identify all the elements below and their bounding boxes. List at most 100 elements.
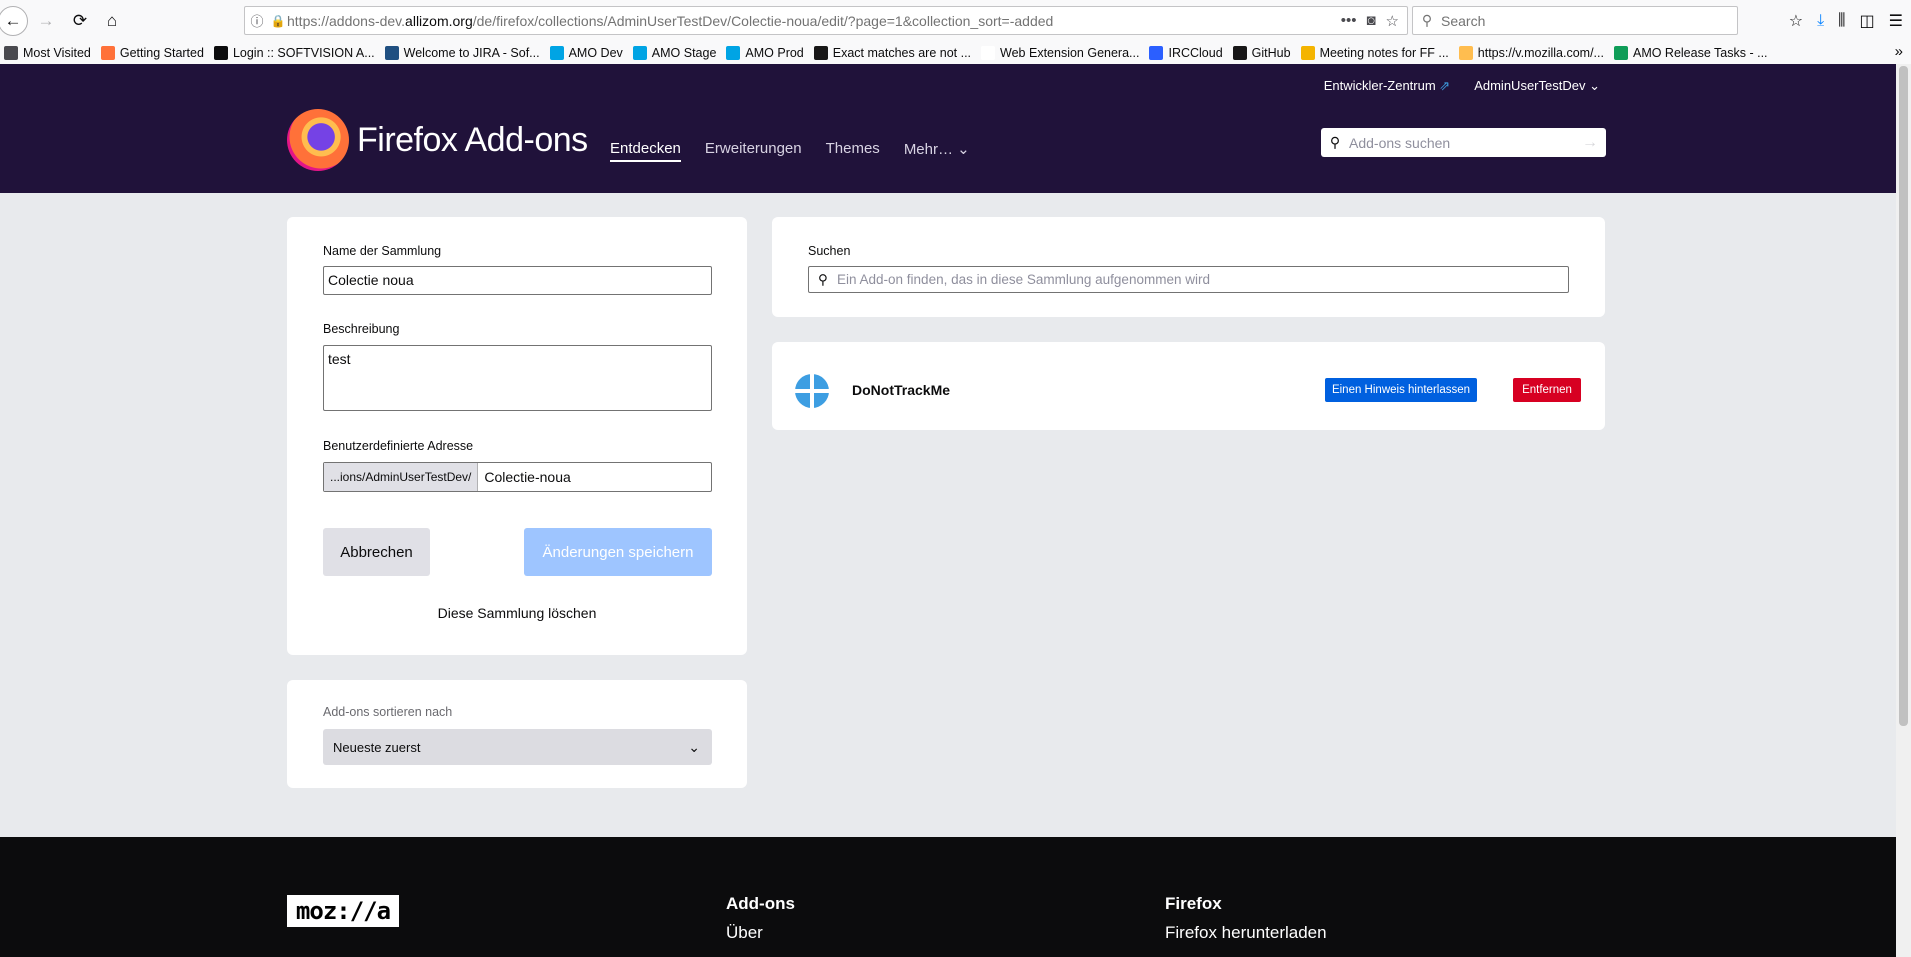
bookmark-favicon-icon [384,45,399,60]
logo-addons-text: Add-ons [464,120,589,159]
custom-url-input[interactable]: ...ions/AdminUserTestDev/ Colectie-noua [323,462,712,492]
bookmark-star-icon[interactable]: ☆ [1386,12,1399,30]
mozilla-logo[interactable]: moz://a [287,895,399,927]
url-prefix: ...ions/AdminUserTestDev/ [324,463,479,491]
bookmark-item[interactable]: Most Visited [0,45,97,60]
addons-search-input[interactable]: ⚲ Add-ons suchen → [1321,128,1606,157]
bookmark-item[interactable]: AMO Release Tasks - ... [1610,45,1774,60]
remove-button[interactable]: Entfernen [1513,378,1581,402]
url-bar[interactable]: ⓘ 🔒 https://addons-dev.allizom.org/de/fi… [244,6,1408,35]
sort-selected-value: Neueste zuerst [333,739,421,755]
bookmark-label: Most Visited [23,45,91,60]
sort-select[interactable]: Neueste zuerst ⌄ [323,729,712,765]
addon-name[interactable]: DoNotTrackMe [852,382,950,398]
nav-more[interactable]: Mehr… ⌄ [904,140,970,162]
bookmark-item[interactable]: Welcome to JIRA - Sof... [381,45,546,60]
bookmark-favicon-icon [813,45,828,60]
bookmark-item[interactable]: Meeting notes for FF ... [1297,45,1455,60]
bookmark-label: AMO Dev [568,45,623,60]
collection-name-label: Name der Sammlung [323,244,442,258]
collection-addon-search-placeholder: Ein Add-on finden, das in diese Sammlung… [837,272,1210,287]
search-label: Suchen [808,244,851,258]
url-slug: Colectie-noua [484,469,571,485]
bookmark-label: GitHub [1251,45,1291,60]
bookmark-favicon-icon [981,45,996,60]
user-menu[interactable]: AdminUserTestDev ⌄ [1474,78,1600,94]
bookmark-label: IRCCloud [1168,45,1223,60]
bookmarks-toolbar: Most Visited Getting Started Login :: SOFT… [0,41,1911,64]
info-icon[interactable]: ⓘ [245,11,269,30]
description-textarea[interactable]: test [323,345,712,411]
bookmark-label: Login :: SOFTVISION A... [232,45,375,60]
bookmark-favicon-icon [1149,45,1164,60]
footer-download-firefox-link[interactable]: Firefox herunterladen [1165,923,1327,943]
site-footer: moz://a Add-ons Über Firefox Firefox her… [0,837,1896,957]
addons-search-placeholder: Add-ons suchen [1349,134,1451,151]
bookmark-label: AMO Prod [745,45,804,60]
url-text: https://addons-dev.allizom.org/de/firefo… [287,12,1054,29]
collection-name-input[interactable]: Colectie noua [323,266,712,295]
save-changes-button[interactable]: Änderungen speichern [524,528,712,576]
bookmark-item[interactable]: Web Extension Genera... [977,45,1145,60]
nav-themes[interactable]: Themes [826,140,880,162]
search-icon: ⚲ [1421,12,1433,28]
hamburger-menu-icon[interactable]: ☰ [1889,11,1903,31]
chevron-down-icon: ⌄ [688,738,700,755]
bookmark-favicon-icon [1613,45,1628,60]
lock-icon[interactable]: 🔒 [269,14,287,28]
bookmark-item[interactable]: AMO Stage [629,45,723,60]
sort-label: Add-ons sortieren nach [323,705,453,719]
bookmark-favicon-icon [100,45,115,60]
bookmark-item[interactable]: AMO Prod [722,45,809,60]
sidebar-icon[interactable]: ◫ [1860,11,1875,31]
chevron-down-icon: ⌄ [1589,78,1600,93]
search-submit-arrow-icon[interactable]: → [1582,134,1606,152]
custom-url-label: Benutzerdefinierte Adresse [323,439,474,453]
bookmarks-overflow-chevron-icon[interactable]: » [1895,43,1903,60]
library-icon[interactable]: ⫼ [1838,12,1845,30]
reload-icon[interactable]: ⟳ [66,7,94,35]
bookmark-item[interactable]: Exact matches are not ... [810,45,977,60]
back-arrow-icon[interactable]: ← [0,5,28,36]
bookmark-item[interactable]: https://v.mozilla.com/... [1455,45,1610,60]
bookmark-label: Meeting notes for FF ... [1319,45,1449,60]
bookmark-label: Welcome to JIRA - Sof... [403,45,540,60]
pocket-icon[interactable]: ◙ [1366,12,1375,30]
firefox-addons-logo[interactable]: Firefox Add-ons [287,109,588,171]
browser-search-placeholder: Search [1441,12,1486,29]
developer-hub-link[interactable]: Entwickler-Zentrum ⇗ [1324,78,1451,94]
bookmark-item[interactable]: Login :: SOFTVISION A... [210,45,381,60]
bookmark-item[interactable]: AMO Dev [546,45,629,60]
scrollbar-thumb[interactable] [1899,66,1908,726]
download-icon[interactable]: ⤓ [1817,12,1824,30]
nav-discover[interactable]: Entdecken [610,140,681,162]
bookmarks-menu-icon[interactable]: ☆ [1789,11,1803,31]
cancel-button[interactable]: Abbrechen [323,528,430,576]
bookmark-label: Web Extension Genera... [1000,45,1140,60]
bookmark-item[interactable]: IRCCloud [1145,45,1228,60]
search-icon: ⚲ [818,271,828,287]
collection-addon-search-input[interactable]: ⚲ Ein Add-on finden, das in diese Sammlu… [808,266,1569,293]
bookmark-label: Exact matches are not ... [832,45,972,60]
bookmark-item[interactable]: GitHub [1229,45,1297,60]
bookmark-item[interactable]: Getting Started [97,45,210,60]
browser-search-input[interactable]: ⚲ Search [1412,6,1738,35]
page-scrollbar[interactable] [1896,64,1911,957]
bookmark-label: Getting Started [119,45,204,60]
bookmark-favicon-icon [4,45,18,60]
home-icon[interactable]: ⌂ [98,7,126,35]
nav-extensions[interactable]: Erweiterungen [705,140,802,162]
description-label: Beschreibung [323,322,400,336]
bookmark-favicon-icon [549,45,564,60]
addon-icon [795,374,829,408]
bookmark-favicon-icon [213,45,228,60]
bookmark-favicon-icon [632,45,647,60]
bookmark-favicon-icon [726,45,741,60]
site-header: Entwickler-Zentrum ⇗ AdminUserTestDev ⌄ … [0,64,1896,193]
page-actions-icon[interactable]: ••• [1341,12,1357,30]
delete-collection-link[interactable]: Diese Sammlung löschen [287,605,747,621]
bookmark-label: AMO Release Tasks - ... [1632,45,1768,60]
leave-note-button[interactable]: Einen Hinweis hinterlassen [1325,378,1477,402]
footer-about-link[interactable]: Über [726,923,763,943]
forward-arrow-icon[interactable]: → [32,7,60,35]
